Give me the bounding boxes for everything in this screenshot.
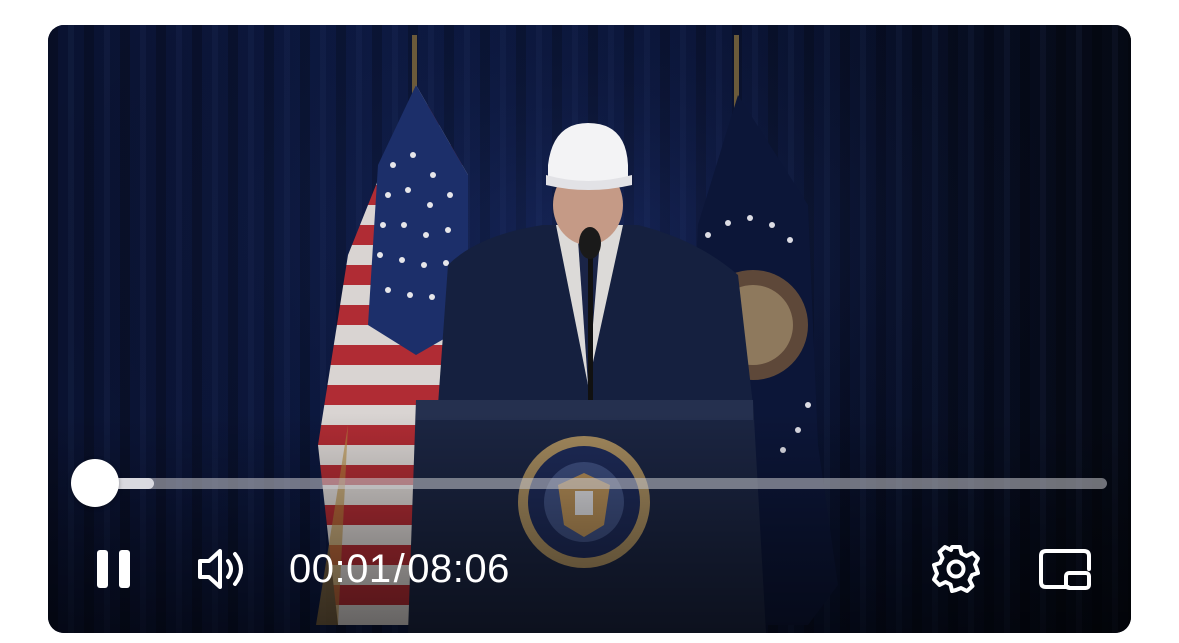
gear-icon	[932, 545, 980, 593]
pause-icon	[97, 550, 130, 588]
duration-time: 08:06	[407, 546, 510, 591]
volume-button[interactable]	[194, 541, 250, 597]
time-separator: /	[393, 546, 406, 591]
pause-button[interactable]	[88, 543, 140, 595]
seek-bar[interactable]	[71, 459, 1107, 507]
picture-in-picture-icon	[1039, 549, 1091, 590]
picture-in-picture-button[interactable]	[1036, 541, 1094, 597]
controls-backdrop	[48, 413, 1131, 633]
current-time: 00:01	[289, 546, 392, 591]
seek-thumb[interactable]	[71, 459, 120, 507]
volume-icon	[198, 549, 243, 589]
video-player[interactable]: 00:01 / 08:06	[48, 25, 1131, 633]
time-display: 00:01 / 08:06	[289, 545, 510, 593]
settings-button[interactable]	[928, 541, 984, 597]
